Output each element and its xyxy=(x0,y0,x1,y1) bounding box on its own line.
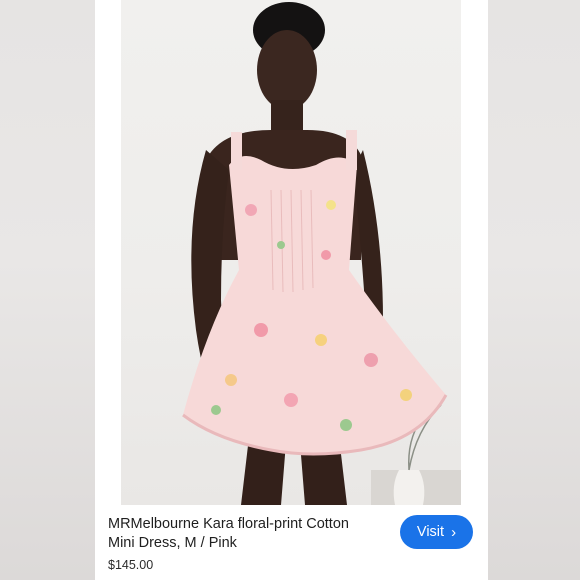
product-title[interactable]: MRMelbourne Kara floral-print Cotton Min… xyxy=(108,515,378,553)
visit-button[interactable]: Visit › xyxy=(400,515,473,549)
vase xyxy=(393,470,425,505)
visit-label: Visit xyxy=(416,524,445,540)
product-price: $145.00 xyxy=(108,558,154,572)
product-image[interactable] xyxy=(121,0,461,505)
model-head xyxy=(257,30,317,110)
blurred-background-left xyxy=(0,0,95,580)
chevron-right-icon: › xyxy=(451,523,457,541)
product-info: MRMelbourne Kara floral-print Cotton Min… xyxy=(95,505,488,580)
product-card[interactable]: MRMelbourne Kara floral-print Cotton Min… xyxy=(95,0,488,580)
blurred-background-right xyxy=(485,0,580,580)
